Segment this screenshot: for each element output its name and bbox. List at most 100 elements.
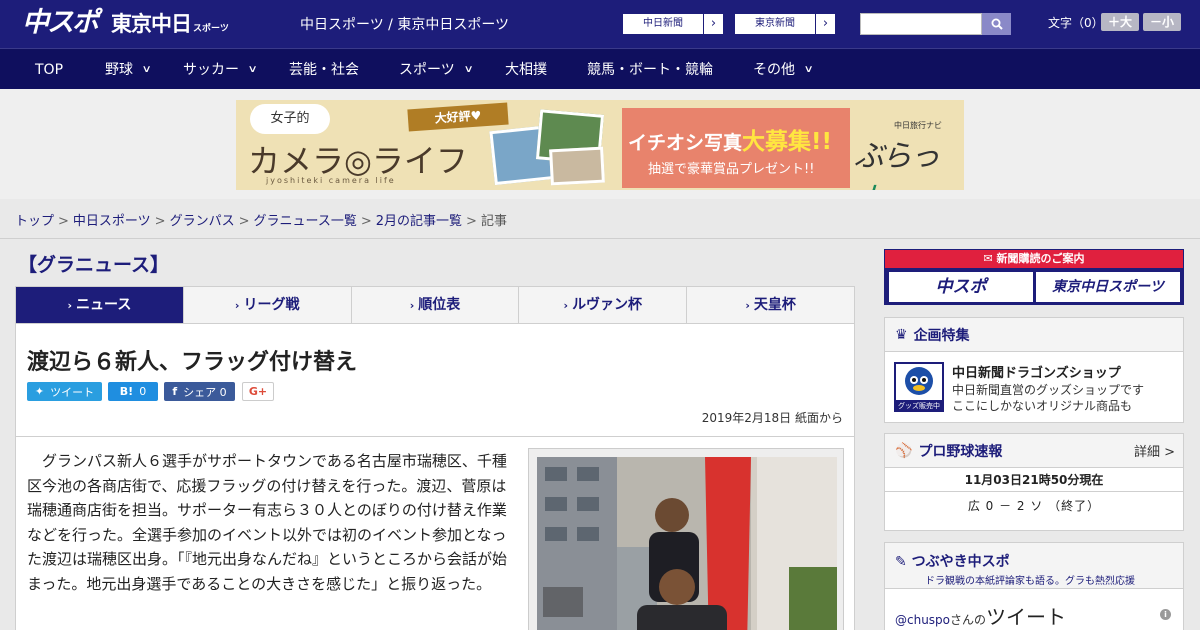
tab-news[interactable]: › ニュース [16,287,184,323]
facebook-share-button[interactable]: f シェア 0 [164,382,235,401]
nav-label: スポーツ [399,61,455,78]
nav-item-entertainment[interactable]: 芸能・社会 [289,49,359,90]
tweet-label: ツイート [50,385,95,399]
logo-main: 中スポ [22,7,99,38]
site-logo[interactable]: 中スポ 東京中日 スポーツ [22,6,229,40]
twitter-handle-link[interactable]: @chuspo [895,613,950,627]
search-button[interactable] [982,13,1011,35]
article-header: 渡辺ら６新人、フラッグ付け替え ✦ ツイート B! 0 f シェア 0 G+ 2019… [15,324,855,437]
breadcrumb-link[interactable]: グランパス [170,214,235,229]
nav-item-sumo[interactable]: 大相撲 [505,49,547,90]
tab-label: 天皇杯 [753,297,796,313]
twitter-icon: ✦ [34,385,45,398]
tweets-title: ✎ つぶやき中スポ [895,551,1010,571]
subscribe-chuspo-button[interactable]: 中スポ [889,272,1033,302]
link-tokyo-label: 東京新聞 [755,18,795,29]
nav-label: その他 [753,61,795,78]
nav-item-racing[interactable]: 競馬・ボート・競輪 [587,49,713,90]
desc-line: ここにしかないオリジナル商品も [952,399,1133,413]
baseball-icon: ⚾ [895,442,913,459]
breadcrumb-separator: > [466,214,477,229]
banner-campaign: イチオシ写真大募集!! 抽選で豪華賞品プレゼント!! [622,108,850,188]
tab-label: ニュース [76,297,132,313]
article-body: グランパス新人６選手がサポートタウンである名古屋市瑞穂区、千種区今池の各商店街で… [15,437,855,630]
tweets-heading: @chuspoさんのツイート [895,601,1066,630]
search-input[interactable] [860,13,982,35]
tweets-box: ✎ つぶやき中スポ ドラ観戦の本紙評論家も語る。グラも熱烈応援 @chuspoさ… [884,542,1184,630]
breadcrumb-separator: > [238,214,250,229]
nav-label: 競馬・ボート・競輪 [587,61,713,78]
article-text: グランパス新人６選手がサポートタウンである名古屋市瑞穂区、千種区今池の各商店街で… [27,452,508,593]
tab-levain-cup[interactable]: › ルヴァン杯 [519,287,688,323]
tab-standings[interactable]: › 順位表 [352,287,520,323]
tweets-header: ✎ つぶやき中スポ ドラ観戦の本紙評論家も語る。グラも熱烈応援 [885,543,1183,589]
banner-zone: 女子的 大好評♥ カメラ◎ライフ jyoshiteki camera life … [0,89,1200,199]
baseball-detail-link[interactable]: 詳細 > [1134,441,1175,460]
tweets-heading-text: ツイート [986,605,1067,629]
banner-brand-small: 中日旅行ナビ [894,121,942,130]
tweet-button[interactable]: ✦ ツイート [27,382,102,401]
subscribe-tokyo-chunichi-button[interactable]: 東京中日スポーツ [1036,272,1180,302]
site-name: 中日スポーツ / 東京中日スポーツ [300,17,510,33]
dragons-shop-link[interactable]: 中日新聞ドラゴンズショップ [952,362,1121,381]
hatena-bookmark-button[interactable]: B! 0 [108,382,158,401]
tab-label: リーグ戦 [243,297,300,313]
banner-subtitle: jyoshiteki camera life [266,176,396,185]
google-plus-button[interactable]: G+ [242,382,274,401]
logo-small: スポーツ [193,24,229,34]
chevron-right-icon: › [815,14,835,34]
nav-item-other[interactable]: その他 ∨ [753,49,814,90]
banner-headline: イチオシ写真大募集!! [628,122,832,156]
main-nav: TOP 野球 ∨ サッカー ∨ 芸能・社会 スポーツ ∨ 大相撲 競馬・ボート・競輪 … [0,48,1200,89]
subscription-box: ✉ 新聞購読のご案内 中スポ 東京中日スポーツ [884,249,1184,305]
info-icon[interactable]: i [1160,609,1171,620]
breadcrumb-link[interactable]: 2月の記事一覧 [376,214,462,229]
tweets-title-text: つぶやき中スポ [911,554,1010,570]
breadcrumb-separator: > [154,214,166,229]
link-chunichi-shimbun[interactable]: 中日新聞 › [622,13,724,35]
dragons-shop-image[interactable]: グッズ販売中 [894,362,944,412]
photo-scene-illustration [537,457,837,630]
ribbon-icon: ♛ [895,326,908,343]
tab-label: ルヴァン杯 [572,297,643,313]
chevron-down-icon: ∨ [141,63,152,75]
score-result[interactable]: 広 0 － 2 ソ （終了） [885,492,1183,520]
chevron-down-icon: ∨ [463,63,474,75]
chevron-right-icon: › [703,14,723,34]
tab-emperors-cup[interactable]: › 天皇杯 [687,287,854,323]
nav-item-top[interactable]: TOP [35,49,63,90]
nav-label: 野球 [105,61,133,78]
article-photo[interactable] [537,457,837,630]
banner-brand-name: ぶらっ人 [854,131,962,190]
search-icon [991,18,1003,30]
link-tokyo-shimbun[interactable]: 東京新聞 › [734,13,836,35]
breadcrumb-link[interactable]: グラニュース一覧 [254,214,357,229]
link-chunichi-label: 中日新聞 [643,18,683,29]
tab-league[interactable]: › リーグ戦 [184,287,352,323]
breadcrumb-link[interactable]: トップ [15,214,54,229]
baseball-score-box: ⚾ プロ野球速報 詳細 > 11月03日21時50分現在 広 0 － 2 ソ （終… [884,433,1184,531]
banner-headline-b: 大募集!! [742,129,832,155]
chevron-right-icon: › [409,299,415,312]
font-size-label: 文字（0） [1048,16,1104,30]
nav-label: TOP [35,61,64,78]
nav-item-soccer[interactable]: サッカー ∨ [183,49,258,90]
chevron-right-icon: › [67,299,73,312]
nav-item-sports[interactable]: スポーツ ∨ [399,49,474,90]
nav-item-baseball[interactable]: 野球 ∨ [105,49,152,90]
font-smaller-button[interactable]: －小 [1143,13,1181,31]
font-larger-button[interactable]: ＋大 [1101,13,1139,31]
breadcrumb-link[interactable]: 中日スポーツ [73,214,151,229]
chevron-right-icon: › [745,299,750,312]
breadcrumb-separator: > [360,214,372,229]
feature-title: 企画特集 [913,327,970,344]
section-title: 【グラニュース】 [18,254,170,276]
divider [0,238,1200,239]
subscription-label: ✉ 新聞購読のご案内 [885,250,1183,268]
article-photo-frame [528,448,844,630]
breadcrumb-current: 記事 [480,214,507,229]
nav-label: サッカー [183,61,239,78]
ad-banner[interactable]: 女子的 大好評♥ カメラ◎ライフ jyoshiteki camera life … [236,100,964,190]
baseball-header: ⚾ プロ野球速報 詳細 > [885,434,1183,468]
handle-suffix: さんの [950,613,987,627]
